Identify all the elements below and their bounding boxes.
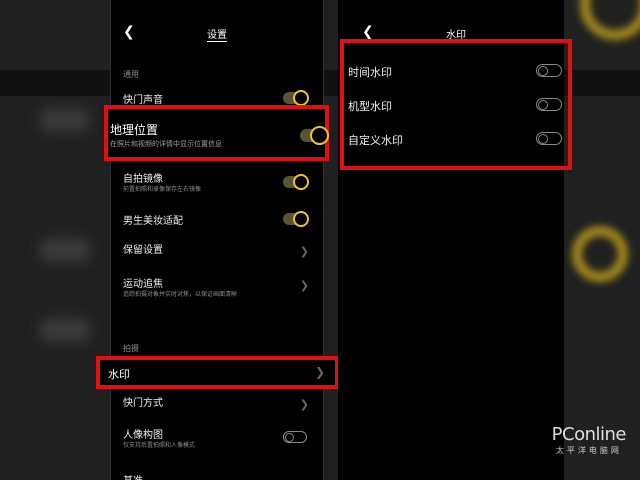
watermark-header: ❮ 水印 bbox=[338, 24, 564, 44]
watermark-screen: ❮ 水印 时间水印 机型水印 自定义水印 bbox=[338, 0, 564, 480]
toggle-switch[interactable] bbox=[536, 132, 562, 145]
chevron-right-icon: ❯ bbox=[299, 245, 309, 258]
location-toggle[interactable] bbox=[300, 126, 329, 145]
toggle-switch[interactable] bbox=[283, 174, 309, 190]
page-title: 设置 bbox=[207, 30, 227, 41]
setting-sublabel: 追踪拍摄对象并实时对焦，以保证画面清晰 bbox=[123, 291, 238, 298]
setting-label: 基准 bbox=[123, 472, 143, 480]
watermark-option-label: 机型水印 bbox=[348, 100, 392, 113]
highlight-location-setting[interactable]: 地理位置 在照片和视频的详情中显示位置信息 bbox=[104, 105, 329, 161]
highlight-watermark-setting[interactable]: 水印 ❯ bbox=[96, 356, 339, 389]
background-ring bbox=[572, 226, 628, 282]
setting-label: 运动追焦 bbox=[123, 279, 163, 290]
section-label-general: 通用 bbox=[123, 70, 139, 79]
watermark-option-label: 自定义水印 bbox=[348, 134, 403, 147]
setting-label: 保留设置 bbox=[123, 245, 163, 256]
toggle-switch[interactable] bbox=[536, 98, 562, 111]
watermark-subtitle: 太平洋电脑网 bbox=[555, 446, 622, 455]
background-blob bbox=[40, 238, 90, 262]
watermark-row-custom[interactable]: 自定义水印 bbox=[338, 132, 564, 154]
setting-label: 男生美妆适配 bbox=[123, 216, 183, 227]
setting-label: 快门方式 bbox=[123, 398, 163, 409]
setting-row-motion-tracking[interactable]: 运动追焦 追踪拍摄对象并实时对焦，以保证画面清晰 ❯ bbox=[111, 275, 323, 305]
watermark-logo: PConline 太平洋电脑网 bbox=[551, 424, 627, 456]
setting-label: 自拍镜像 bbox=[123, 174, 163, 185]
chevron-right-icon: ❯ bbox=[299, 279, 309, 292]
setting-label: 快门声音 bbox=[123, 95, 163, 106]
watermark-row-time[interactable]: 时间水印 bbox=[338, 64, 564, 86]
background-ring bbox=[580, 0, 640, 40]
toggle-switch[interactable] bbox=[283, 431, 307, 443]
chevron-right-icon: ❯ bbox=[299, 398, 309, 411]
toggle-switch[interactable] bbox=[283, 211, 309, 227]
watermark-option-label: 时间水印 bbox=[348, 66, 392, 79]
toggle-switch[interactable] bbox=[283, 90, 309, 106]
location-sublabel: 在照片和视频的详情中显示位置信息 bbox=[110, 140, 222, 148]
settings-header: ❮ 设置 bbox=[111, 24, 323, 44]
watermark-brand: PConline bbox=[551, 424, 627, 445]
setting-row-shutter-method[interactable]: 快门方式 ❯ bbox=[111, 394, 323, 424]
watermark-row-model[interactable]: 机型水印 bbox=[338, 98, 564, 120]
settings-screen: ❮ 设置 通用 快门声音 自拍镜像 前置拍照和录像保存左右镜像 男生美妆适配 保… bbox=[110, 0, 324, 480]
watermark-label: 水印 bbox=[108, 368, 130, 381]
background-blob bbox=[40, 318, 90, 342]
setting-row-portrait-composition[interactable]: 人像构图 仅支持后置拍照和人像模式 bbox=[111, 426, 323, 456]
section-label-shoot: 拍摄 bbox=[123, 344, 139, 353]
setting-row-keep-settings[interactable]: 保留设置 ❯ bbox=[111, 241, 323, 271]
page-title: 水印 bbox=[446, 30, 466, 41]
background-blob bbox=[40, 108, 90, 132]
toggle-switch[interactable] bbox=[536, 64, 562, 77]
setting-row-selfie-mirror[interactable]: 自拍镜像 前置拍照和录像保存左右镜像 bbox=[111, 170, 323, 200]
setting-sublabel: 前置拍照和录像保存左右镜像 bbox=[123, 186, 202, 193]
setting-row-male-makeup[interactable]: 男生美妆适配 bbox=[111, 211, 323, 242]
setting-sublabel: 仅支持后置拍照和人像模式 bbox=[123, 442, 196, 449]
location-label: 地理位置 bbox=[110, 123, 159, 137]
chevron-right-icon: ❯ bbox=[314, 365, 325, 379]
setting-row-baseline[interactable]: 基准 bbox=[111, 472, 323, 480]
setting-label: 人像构图 bbox=[123, 430, 163, 441]
